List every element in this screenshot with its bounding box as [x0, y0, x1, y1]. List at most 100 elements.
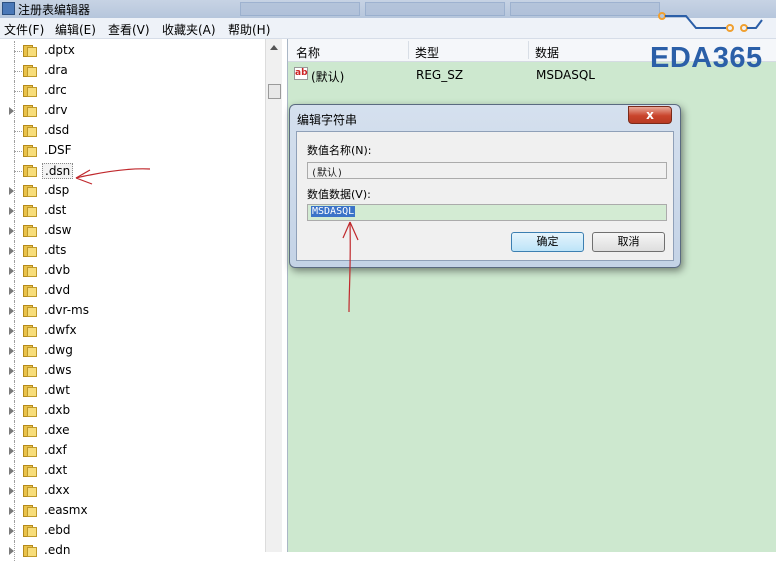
tree-node[interactable]: .ebd [0, 521, 265, 541]
folder-icon [23, 184, 37, 197]
tree-node-label: .dsn [42, 163, 74, 179]
background-tab [510, 2, 660, 16]
menu-favorites[interactable]: 收藏夹(A) [162, 21, 216, 38]
folder-icon [23, 204, 37, 217]
ok-button[interactable]: 确定 [511, 232, 584, 252]
tree-node[interactable]: .dvb [0, 261, 265, 281]
folder-icon [23, 364, 37, 377]
tree-node[interactable]: .dxe [0, 421, 265, 441]
tree-node[interactable]: .easmx [0, 501, 265, 521]
expand-arrow-icon[interactable] [9, 467, 14, 475]
expand-arrow-icon[interactable] [9, 427, 14, 435]
tree-node[interactable]: .dptx [0, 41, 265, 61]
expand-arrow-icon[interactable] [9, 247, 14, 255]
folder-icon [23, 284, 37, 297]
tree-node[interactable]: .dra [0, 61, 265, 81]
tree-node[interactable]: .dwfx [0, 321, 265, 341]
expand-arrow-icon[interactable] [9, 507, 14, 515]
tree-node[interactable]: .dvd [0, 281, 265, 301]
menu-view[interactable]: 查看(V) [108, 21, 150, 38]
column-data-header[interactable]: 数据 [535, 44, 559, 61]
dialog-body: 数值名称(N): (默认) 数值数据(V): MSDASQL 确定 取消 [296, 131, 674, 261]
tree-node-label: .dst [44, 203, 67, 217]
tree-node-label: .dwg [44, 343, 73, 357]
tree-node-label: .edn [44, 543, 71, 557]
expand-arrow-icon[interactable] [9, 327, 14, 335]
tree-node-label: .dvd [44, 283, 71, 297]
background-tab [365, 2, 505, 16]
tree-node[interactable]: .dxb [0, 401, 265, 421]
folder-icon [23, 544, 37, 557]
column-name-header[interactable]: 名称 [296, 44, 320, 61]
tree-node[interactable]: .drv [0, 101, 265, 121]
tree-node[interactable]: .dsp [0, 181, 265, 201]
scroll-up-arrow-icon[interactable] [270, 45, 278, 50]
value-type-cell: REG_SZ [416, 68, 464, 82]
tree-node[interactable]: .dsw [0, 221, 265, 241]
expand-arrow-icon[interactable] [9, 527, 14, 535]
expand-arrow-icon[interactable] [9, 287, 14, 295]
folder-icon [23, 84, 37, 97]
tree-node[interactable]: .dwt [0, 381, 265, 401]
tree-node-label: .dsw [44, 223, 72, 237]
close-button[interactable]: x [628, 106, 672, 124]
folder-icon [23, 384, 37, 397]
tree-node[interactable]: .DSF [0, 141, 265, 161]
tree-node[interactable]: .dvr-ms [0, 301, 265, 321]
expand-arrow-icon[interactable] [9, 407, 14, 415]
expand-arrow-icon[interactable] [9, 387, 14, 395]
tree-node-label: .easmx [44, 503, 88, 517]
tree-node[interactable]: .dst [0, 201, 265, 221]
tree-node[interactable]: .dsd [0, 121, 265, 141]
tree-node[interactable]: .dts [0, 241, 265, 261]
expand-arrow-icon[interactable] [9, 227, 14, 235]
tree-scrollbar[interactable] [265, 39, 282, 552]
tree-node[interactable]: .dws [0, 361, 265, 381]
expand-arrow-icon[interactable] [9, 367, 14, 375]
menu-help[interactable]: 帮助(H) [228, 21, 270, 38]
tree-node-label: .dvr-ms [44, 303, 89, 317]
tree-node[interactable]: .dxt [0, 461, 265, 481]
expand-arrow-icon[interactable] [9, 307, 14, 315]
folder-icon [23, 524, 37, 537]
expand-arrow-icon[interactable] [9, 487, 14, 495]
expand-arrow-icon[interactable] [9, 267, 14, 275]
folder-icon [23, 444, 37, 457]
value-data-input[interactable]: MSDASQL [307, 204, 667, 221]
circuit-trace-icon [658, 12, 763, 32]
tree-node-label: .dxf [44, 443, 67, 457]
value-data-label: 数值数据(V): [307, 188, 371, 201]
tree-node-label: .dxx [44, 483, 70, 497]
expand-arrow-icon[interactable] [9, 347, 14, 355]
registry-key-tree: .dptx .dra .drc .drv .dsd .DSF .dsn .dsp .dst .ds… [0, 39, 265, 561]
expand-arrow-icon[interactable] [9, 547, 14, 555]
tree-node-label: .dxe [44, 423, 70, 437]
menu-edit[interactable]: 编辑(E) [55, 21, 96, 38]
value-name-field: (默认) [307, 162, 667, 179]
selected-text: MSDASQL [311, 206, 356, 217]
tree-node[interactable]: .edn [0, 541, 265, 561]
tree-node-label: .dsd [44, 123, 70, 137]
background-tab [240, 2, 360, 16]
window-title: 注册表编辑器 [18, 3, 91, 17]
folder-icon [23, 224, 37, 237]
expand-arrow-icon[interactable] [9, 107, 14, 115]
expand-arrow-icon[interactable] [9, 207, 14, 215]
tree-node-label: .dsp [44, 183, 70, 197]
folder-icon [23, 304, 37, 317]
value-name-cell: (默认) [311, 70, 345, 84]
tree-node-label: .dvb [44, 263, 71, 277]
expand-arrow-icon[interactable] [9, 447, 14, 455]
expand-arrow-icon[interactable] [9, 187, 14, 195]
tree-node[interactable]: .dsn [0, 161, 265, 181]
tree-node[interactable]: .dxf [0, 441, 265, 461]
cancel-button[interactable]: 取消 [592, 232, 665, 252]
column-type-header[interactable]: 类型 [415, 44, 439, 61]
scrollbar-thumb[interactable] [268, 84, 281, 99]
folder-icon [23, 104, 37, 117]
tree-node[interactable]: .dwg [0, 341, 265, 361]
folder-icon [23, 404, 37, 417]
menu-file[interactable]: 文件(F) [4, 21, 44, 38]
tree-node[interactable]: .dxx [0, 481, 265, 501]
tree-node[interactable]: .drc [0, 81, 265, 101]
